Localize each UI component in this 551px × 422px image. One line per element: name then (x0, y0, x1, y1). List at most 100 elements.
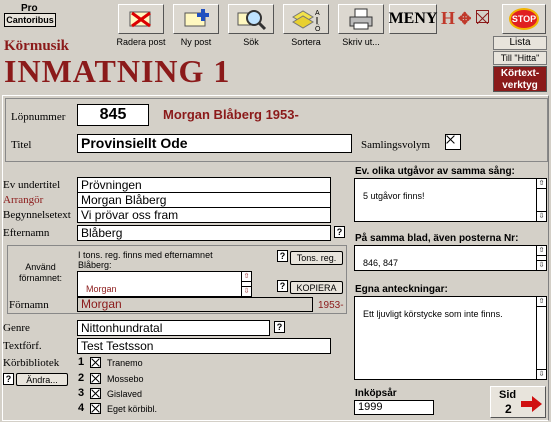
samma-blad-scrollbar[interactable]: ⇧ ⇩ (536, 246, 546, 270)
fornamn-field[interactable]: Morgan (77, 297, 313, 312)
ev-undertitel-field[interactable]: Prövningen (77, 177, 331, 193)
anteckningar-text: Ett ljuvligt körstycke som inte finns. (363, 309, 503, 319)
new-record-label: Ny post (180, 37, 212, 47)
svg-text:A: A (315, 10, 320, 17)
next-page-button[interactable]: Sid 2 (490, 386, 546, 418)
samma-blad-text: 846, 847 (363, 258, 399, 268)
new-record-button[interactable] (173, 4, 219, 34)
genre-field[interactable]: Nittonhundratal (77, 320, 270, 336)
library-checkbox[interactable] (90, 357, 101, 368)
andra-button[interactable]: Ändra... (16, 373, 68, 386)
samma-blad-label: På samma blad, även posterna Nr: (355, 233, 519, 244)
utgavor-label: Ev. olika utgåvor av samma sång: (355, 166, 515, 177)
logo-brand-text: Cantoribus (4, 13, 56, 27)
tons-reg-button[interactable]: Tons. reg. (290, 251, 343, 265)
titel-field[interactable]: Provinsiellt Ode (77, 134, 352, 153)
kopiera-button[interactable]: KOPIERA (290, 281, 343, 294)
inkopsar-label: Inköpsår (355, 388, 397, 399)
scroll-down-icon[interactable]: ⇩ (537, 260, 546, 270)
scroll-down-icon[interactable]: ⇩ (537, 369, 546, 379)
delete-record-icon (129, 11, 151, 28)
svg-text:Ö: Ö (315, 25, 321, 31)
scroll-up-icon[interactable]: ⇧ (537, 246, 546, 256)
sid-label: Sid (499, 389, 517, 401)
print-icon (349, 8, 373, 30)
tons-reg-help-button[interactable]: ? (277, 250, 288, 262)
samma-blad-field[interactable]: 846, 847 ⇧ ⇩ (354, 245, 547, 271)
page-title: INMATNING 1 (4, 53, 231, 89)
library-name: Mossebo (107, 374, 144, 384)
fornamn-list-item[interactable]: Morgan (86, 284, 117, 294)
scroll-down-icon[interactable]: ⇩ (242, 286, 251, 296)
library-checkbox[interactable] (90, 388, 101, 399)
samlingsvolym-label: Samlingsvolym (361, 139, 431, 151)
stop-button[interactable]: STOP (502, 4, 546, 34)
move-icon[interactable]: ✥ (458, 9, 471, 29)
search-label: Sök (243, 37, 259, 47)
anteckningar-label: Egna anteckningar: (355, 284, 448, 295)
new-record-icon (184, 9, 209, 27)
search-button[interactable] (228, 4, 274, 34)
delete-record-label: Radera post (116, 37, 166, 47)
help-h-icon[interactable]: H (441, 8, 455, 29)
efternamn-label: Efternamn (3, 227, 50, 239)
library-item: 2 Mossebo (78, 372, 198, 386)
sort-label: Sortera (291, 37, 321, 47)
choir-text-tool-button[interactable]: Körtext- verktyg (493, 66, 547, 92)
fornamn-list-scrollbar[interactable]: ⇧ ⇩ (241, 272, 251, 296)
library-name: Tranemo (107, 358, 143, 368)
app-logo: Pro Cantoribus (4, 3, 56, 37)
list-button[interactable]: Lista (493, 36, 547, 50)
to-find-button[interactable]: Till "Hitta" (493, 51, 547, 65)
search-icon (237, 10, 267, 31)
library-num: 3 (78, 387, 85, 399)
library-checkbox[interactable] (90, 373, 101, 384)
genre-help-button[interactable]: ? (274, 321, 285, 333)
samlingsvolym-checkbox[interactable] (445, 134, 461, 150)
scroll-up-icon[interactable]: ⇧ (242, 272, 251, 282)
close-box-icon[interactable] (476, 10, 489, 25)
scroll-up-icon[interactable]: ⇧ (537, 179, 546, 189)
utgavor-field[interactable]: 5 utgåvor finns! ⇧ ⇩ (354, 178, 547, 222)
fornamn-year: 1953- (318, 300, 344, 311)
menu-button[interactable]: MENY (389, 4, 437, 34)
sort-icon: AÖ (292, 10, 321, 31)
scroll-down-icon[interactable]: ⇩ (537, 211, 546, 221)
begynnelsetext-field[interactable]: Vi prövar oss fram (77, 207, 331, 223)
begynnelsetext-label: Begynnelsetext (3, 209, 71, 221)
fornamn-list[interactable]: Morgan ⇧ ⇩ (77, 271, 252, 297)
library-num: 2 (78, 372, 85, 384)
composer-name: Morgan Blåberg 1953- (163, 107, 299, 122)
efternamn-help-button[interactable]: ? (334, 226, 345, 238)
library-num: 1 (78, 356, 85, 368)
tons-reg-info: I tons. reg. finns med efternamnet Blåbe… (78, 250, 213, 270)
arrangor-label: Arrangör (3, 194, 44, 206)
delete-record-button[interactable] (118, 4, 164, 34)
library-name: Gislaved (107, 389, 143, 399)
scroll-up-icon[interactable]: ⇧ (537, 297, 546, 307)
arrow-right-icon (521, 396, 542, 412)
library-name: Eget körbibl. (107, 404, 158, 414)
anteckningar-field[interactable]: Ett ljuvligt körstycke som inte finns. ⇧… (354, 296, 547, 380)
anteckningar-scrollbar[interactable]: ⇧ ⇩ (536, 297, 546, 379)
fornamn-label: Förnamn (9, 299, 49, 311)
sort-button[interactable]: AÖ (283, 4, 329, 34)
genre-label: Genre (3, 322, 30, 334)
efternamn-field[interactable]: Blåberg (77, 225, 331, 241)
lopnummer-field[interactable]: 845 (77, 104, 149, 126)
korbibliotek-help-button[interactable]: ? (3, 373, 14, 385)
anvand-fornamnet-label: Använd förnamnet: (19, 262, 63, 283)
sid-number: 2 (505, 402, 512, 416)
library-item: 3 Gislaved (78, 387, 198, 401)
korbibliotek-label: Körbibliotek (3, 357, 60, 369)
textforf-label: Textförf. (3, 340, 42, 352)
kopiera-help-button[interactable]: ? (277, 280, 288, 292)
inkopsar-field[interactable]: 1999 (354, 400, 434, 415)
utgavor-scrollbar[interactable]: ⇧ ⇩ (536, 179, 546, 221)
library-checkbox[interactable] (90, 403, 101, 414)
arrangor-field[interactable]: Morgan Blåberg (77, 192, 331, 208)
textforf-field[interactable]: Test Testsson (77, 338, 331, 354)
print-button[interactable] (338, 4, 384, 34)
print-label: Skriv ut... (342, 37, 380, 47)
lopnummer-label: Löpnummer (11, 111, 66, 123)
